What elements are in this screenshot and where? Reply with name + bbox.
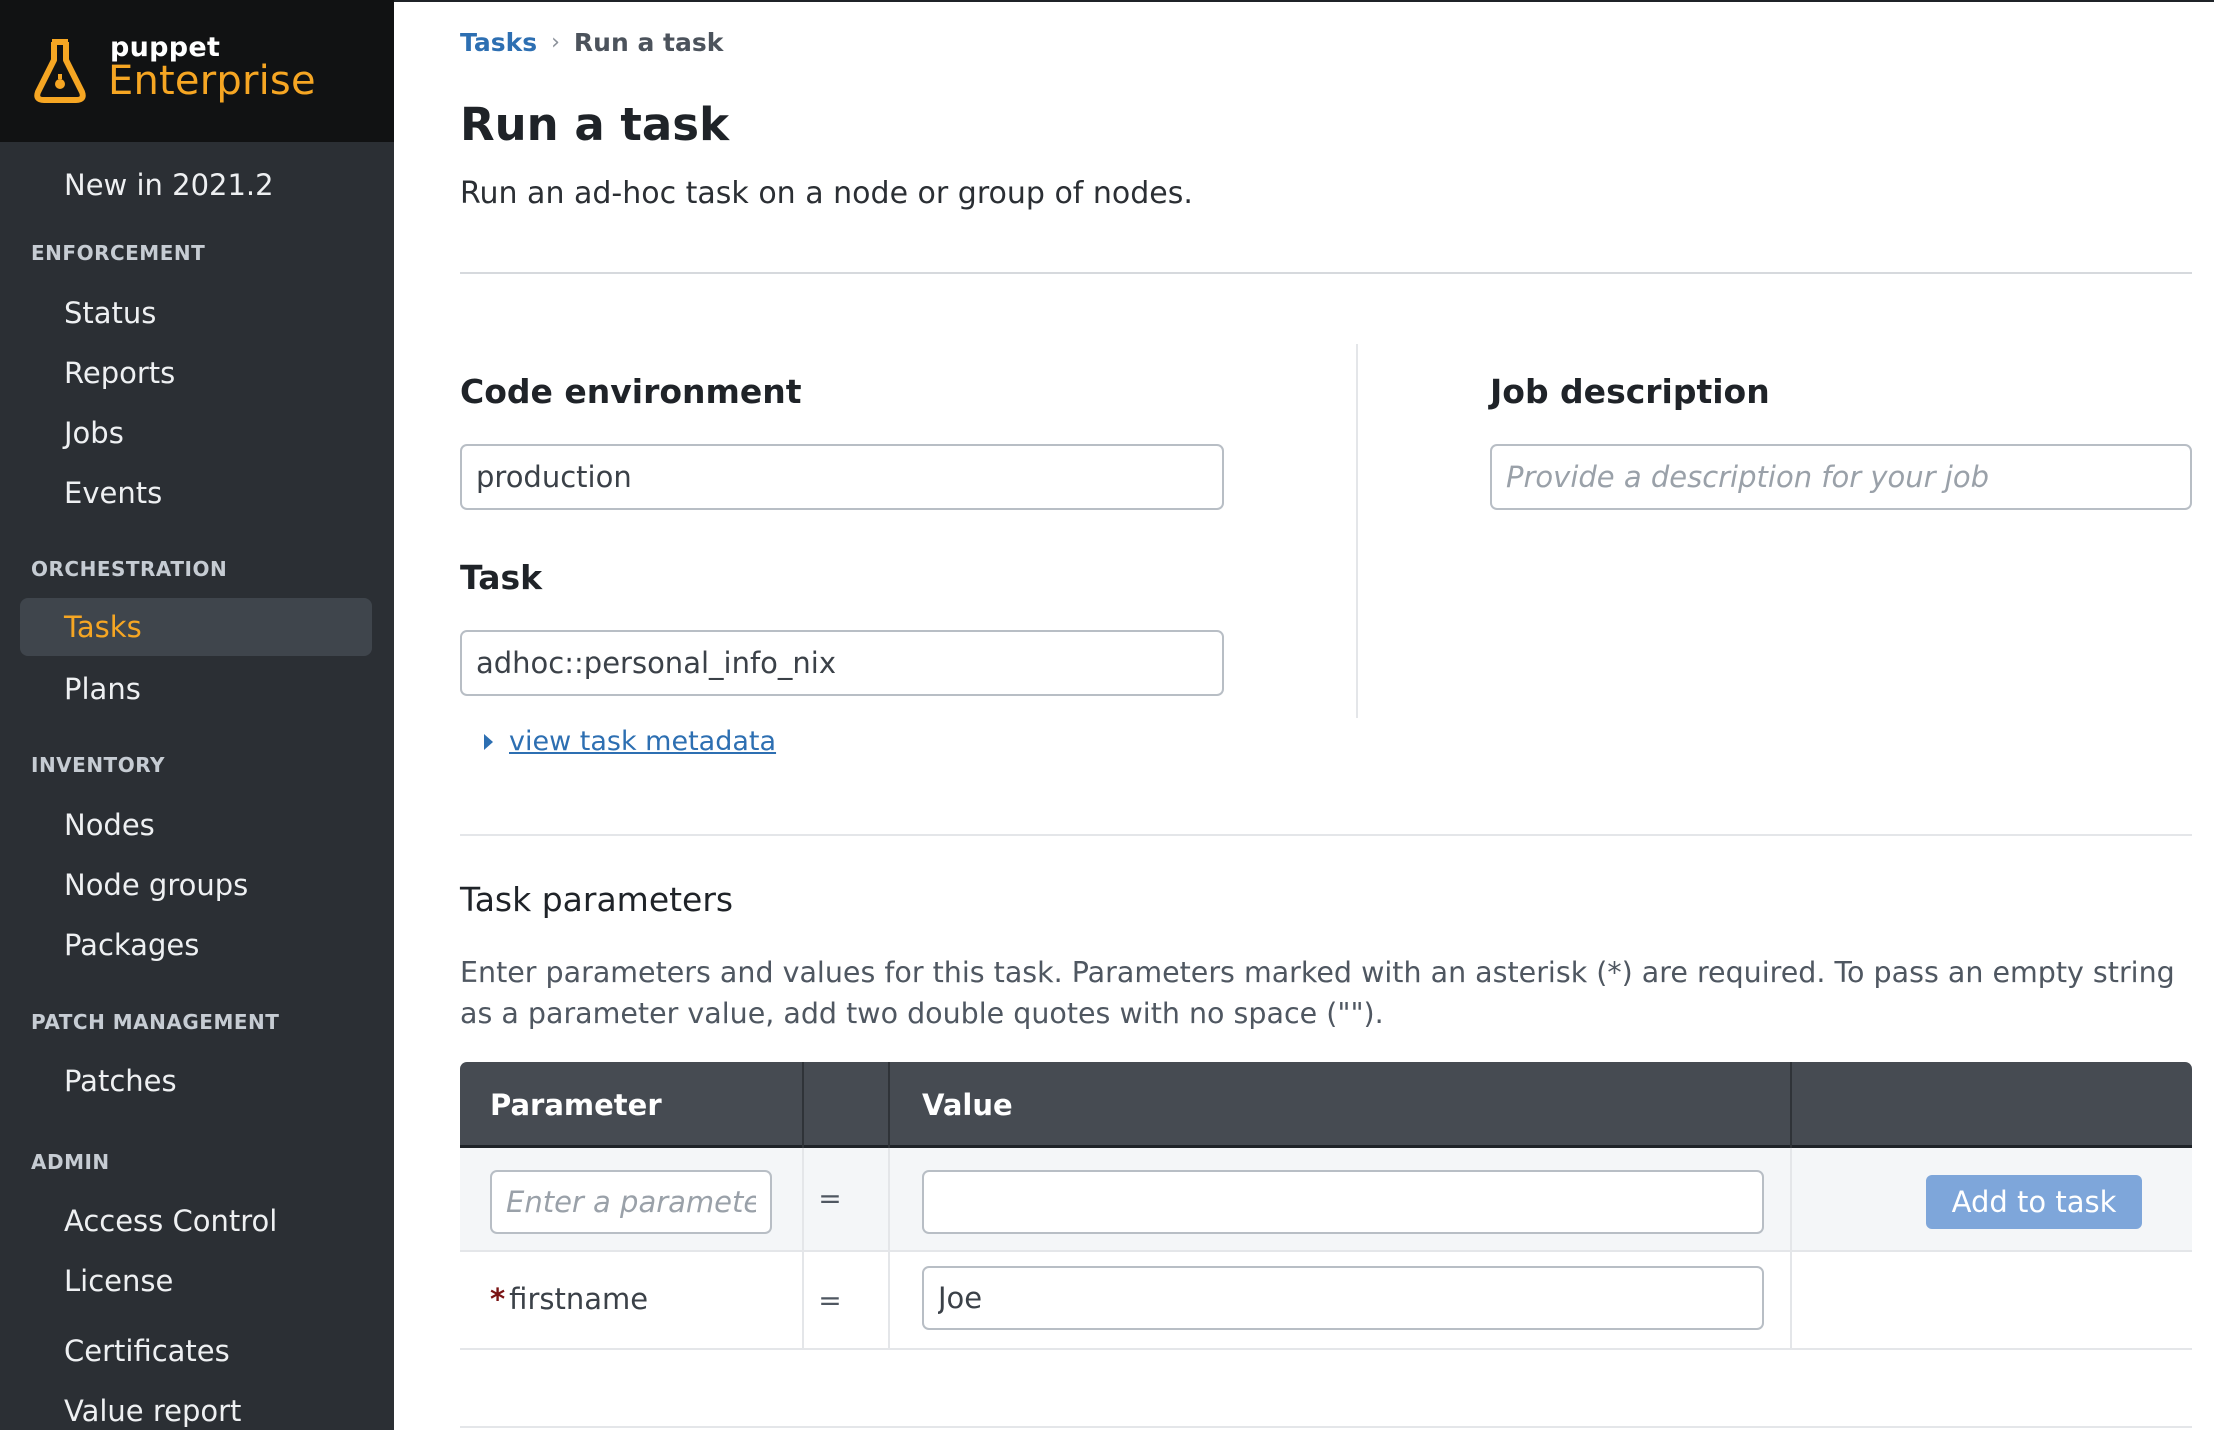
header-value: Value [922, 1088, 1013, 1122]
page-subtitle: Run an ad-hoc task on a node or group of… [460, 176, 1193, 211]
header-parameter: Parameter [490, 1088, 662, 1122]
column-separator [888, 1062, 890, 1148]
page-title: Run a task [460, 98, 730, 151]
parameter-value-input[interactable] [922, 1266, 1764, 1330]
sidebar-item-reports[interactable]: Reports [20, 344, 372, 402]
main-content: Tasks › Run a task Run a task Run an ad-… [394, 0, 2214, 1430]
table-row: * firstname = [460, 1252, 2192, 1350]
parameter-name-label: firstname [509, 1282, 649, 1316]
divider [460, 272, 2192, 274]
breadcrumb: Tasks › Run a task [460, 28, 723, 57]
logo[interactable]: puppet Enterprise [0, 0, 394, 142]
column-separator [1790, 1062, 1792, 1148]
column-separator [802, 1148, 804, 1250]
sidebar-section-patch-management: PATCH MANAGEMENT [31, 1010, 280, 1034]
column-divider [1356, 344, 1358, 718]
brand-large-label: Enterprise [108, 58, 316, 104]
column-separator [1790, 1148, 1792, 1250]
sidebar-item-license[interactable]: License [20, 1252, 372, 1310]
sidebar-item-status[interactable]: Status [20, 284, 372, 342]
parameter-name: * firstname [490, 1282, 648, 1316]
sidebar-item-value-report[interactable]: Value report [20, 1382, 372, 1430]
sidebar-item-jobs[interactable]: Jobs [20, 404, 372, 462]
new-parameter-row: = Add to task [460, 1148, 2192, 1252]
flask-logo-icon [34, 39, 86, 103]
job-description-label: Job description [1490, 372, 1770, 411]
divider [460, 1426, 2192, 1428]
caret-right-icon [484, 733, 493, 750]
sidebar-section-enforcement: ENFORCEMENT [31, 241, 206, 265]
task-input[interactable] [460, 630, 1224, 696]
sidebar-item-certificates[interactable]: Certificates [20, 1322, 372, 1380]
sidebar-item-plans[interactable]: Plans [20, 660, 372, 718]
sidebar-section-orchestration: ORCHESTRATION [31, 557, 228, 581]
view-task-metadata-link[interactable]: view task metadata [484, 726, 776, 757]
table-header: Parameter Value [460, 1062, 2192, 1148]
task-label: Task [460, 558, 543, 597]
new-parameter-value-input[interactable] [922, 1170, 1764, 1234]
breadcrumb-current: Run a task [573, 28, 724, 57]
sidebar-item-nodes[interactable]: Nodes [20, 796, 372, 854]
column-separator [802, 1252, 804, 1348]
sidebar: puppet Enterprise New in 2021.2 ENFORCEM… [0, 0, 394, 1430]
code-environment-input[interactable] [460, 444, 1224, 510]
task-parameters-title: Task parameters [460, 880, 734, 919]
column-separator [1790, 1252, 1792, 1348]
column-separator [888, 1148, 890, 1250]
code-environment-label: Code environment [460, 372, 802, 411]
job-description-input[interactable] [1490, 444, 2192, 510]
chevron-right-icon: › [551, 30, 560, 55]
sidebar-item-packages[interactable]: Packages [20, 916, 372, 974]
view-task-metadata-label: view task metadata [509, 726, 777, 757]
required-asterisk: * [490, 1282, 506, 1316]
sidebar-item-events[interactable]: Events [20, 464, 372, 522]
task-parameters-description: Enter parameters and values for this tas… [460, 956, 2175, 1030]
sidebar-item-tasks[interactable]: Tasks [20, 598, 372, 656]
sidebar-item-node-groups[interactable]: Node groups [20, 856, 372, 914]
sidebar-item-access-control[interactable]: Access Control [20, 1192, 372, 1250]
sidebar-section-admin: ADMIN [31, 1150, 110, 1174]
breadcrumb-tasks-link[interactable]: Tasks [460, 28, 537, 57]
column-separator [888, 1252, 890, 1348]
new-parameter-name-input[interactable] [490, 1170, 772, 1234]
sidebar-item-patches[interactable]: Patches [20, 1052, 372, 1110]
sidebar-item-new[interactable]: New in 2021.2 [20, 156, 372, 214]
parameters-table: Parameter Value = Add to task *firstname… [460, 1062, 2192, 1350]
sidebar-section-inventory: INVENTORY [31, 753, 165, 777]
equals-sign: = [818, 1284, 842, 1317]
column-separator [802, 1062, 804, 1148]
equals-sign: = [818, 1182, 842, 1215]
divider [460, 834, 2192, 836]
add-to-task-button[interactable]: Add to task [1926, 1175, 2142, 1229]
